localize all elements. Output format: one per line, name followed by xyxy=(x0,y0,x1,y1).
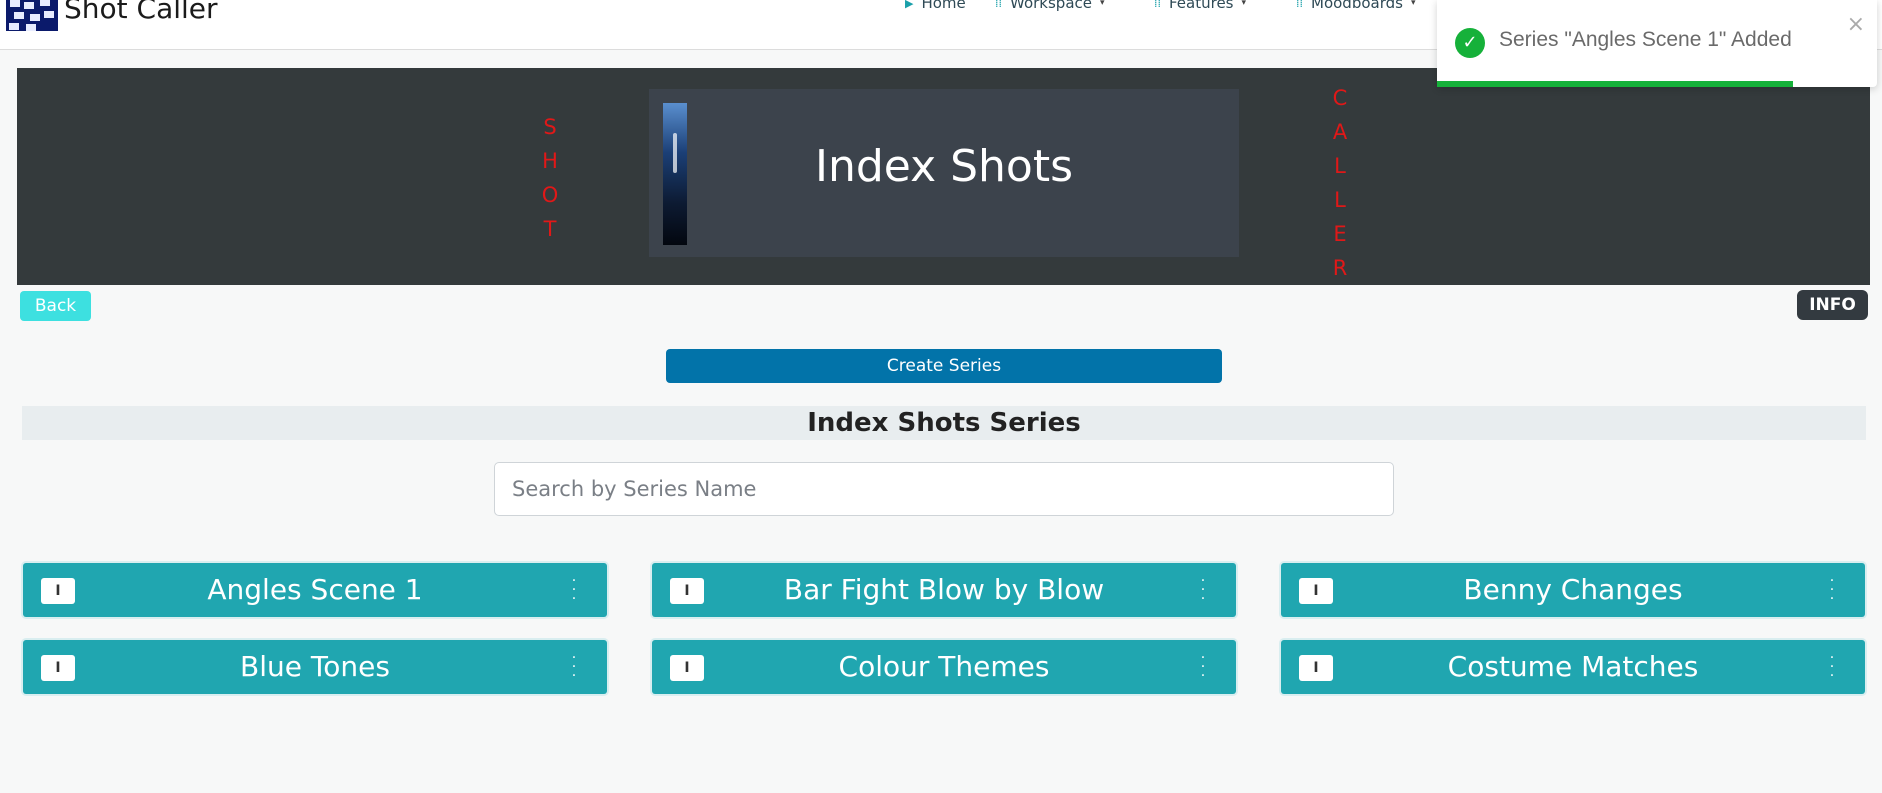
chevron-down-icon: ▾ xyxy=(1410,0,1416,8)
nav-item-label: Workspace xyxy=(1010,0,1092,12)
series-title: Blue Tones xyxy=(240,650,390,683)
series-card[interactable]: I Colour Themes · · · xyxy=(652,640,1236,694)
play-icon: ▶ xyxy=(905,0,914,10)
section-title: Index Shots Series xyxy=(22,406,1866,440)
series-title: Costume Matches xyxy=(1447,650,1699,683)
info-button[interactable]: INFO xyxy=(1797,290,1868,320)
series-tag[interactable]: I xyxy=(1299,655,1333,681)
series-title: Benny Changes xyxy=(1463,573,1683,606)
nav-item-home[interactable]: ▶ Home xyxy=(905,0,966,12)
chevron-down-icon: ▾ xyxy=(1241,0,1247,8)
grip-icon: ⁞⁞ xyxy=(1154,0,1161,10)
nav-item-workspace[interactable]: ⁞⁞ Workspace ▾ xyxy=(995,0,1105,12)
more-vertical-icon[interactable]: · · · xyxy=(1827,574,1837,606)
banner-vertical-letter: S xyxy=(543,115,557,139)
more-vertical-icon[interactable]: · · · xyxy=(569,651,579,683)
series-title: Bar Fight Blow by Blow xyxy=(783,573,1105,606)
success-toast: ✓ Series "Angles Scene 1" Added × xyxy=(1437,0,1877,87)
create-series-button[interactable]: Create Series xyxy=(666,349,1222,383)
close-icon[interactable]: × xyxy=(1847,12,1865,37)
banner-vertical-letter: T xyxy=(543,217,557,241)
series-card[interactable]: I Blue Tones · · · xyxy=(23,640,607,694)
series-card[interactable]: I Costume Matches · · · xyxy=(1281,640,1865,694)
series-card[interactable]: I Angles Scene 1 · · · xyxy=(23,563,607,617)
nav-item-moodboards[interactable]: ⁞⁞ Moodboards ▾ xyxy=(1296,0,1415,12)
grip-icon: ⁞⁞ xyxy=(995,0,1002,10)
series-tag[interactable]: I xyxy=(41,655,75,681)
banner-vertical-caller: CALLER xyxy=(1325,81,1355,285)
nav-item-features[interactable]: ⁞⁞ Features ▾ xyxy=(1154,0,1246,12)
series-title: Colour Themes xyxy=(838,650,1050,683)
series-title: Angles Scene 1 xyxy=(207,573,423,606)
more-vertical-icon[interactable]: · · · xyxy=(1198,574,1208,606)
more-vertical-icon[interactable]: · · · xyxy=(569,574,579,606)
banner-vertical-shot: SHOT xyxy=(535,110,565,246)
search-input[interactable] xyxy=(494,462,1394,516)
banner-vertical-letter: O xyxy=(541,183,559,207)
series-tag[interactable]: I xyxy=(1299,578,1333,604)
nav-item-label: Features xyxy=(1169,0,1234,12)
series-tag[interactable]: I xyxy=(670,655,704,681)
app-title[interactable]: Shot Caller xyxy=(64,0,218,25)
more-vertical-icon[interactable]: · · · xyxy=(1827,651,1837,683)
page-banner: SHOT Index Shots CALLER xyxy=(17,68,1870,285)
banner-vertical-letter: C xyxy=(1332,86,1348,110)
back-button[interactable]: Back xyxy=(20,291,91,321)
app-logo-icon[interactable] xyxy=(6,0,58,31)
banner-vertical-letter: L xyxy=(1334,188,1346,212)
series-tag[interactable]: I xyxy=(41,578,75,604)
nav-item-label: Home xyxy=(921,0,966,12)
series-card[interactable]: I Bar Fight Blow by Blow · · · xyxy=(652,563,1236,617)
toast-progress-bar xyxy=(1437,81,1794,87)
banner-vertical-letter: L xyxy=(1334,154,1346,178)
banner-vertical-letter: H xyxy=(542,149,558,173)
page-title: Index Shots xyxy=(814,141,1074,192)
series-card[interactable]: I Benny Changes · · · xyxy=(1281,563,1865,617)
nav-item-label: Moodboards xyxy=(1311,0,1403,12)
banner-vertical-letter: R xyxy=(1332,256,1348,280)
check-circle-icon: ✓ xyxy=(1455,28,1485,58)
more-vertical-icon[interactable]: · · · xyxy=(1198,651,1208,683)
chevron-down-icon: ▾ xyxy=(1100,0,1105,8)
banner-vertical-letter: E xyxy=(1333,222,1347,246)
toast-message: Series "Angles Scene 1" Added xyxy=(1499,28,1792,51)
banner-vertical-letter: A xyxy=(1332,120,1348,144)
series-tag[interactable]: I xyxy=(670,578,704,604)
grip-icon: ⁞⁞ xyxy=(1296,0,1303,10)
banner-card: Index Shots xyxy=(649,89,1239,257)
